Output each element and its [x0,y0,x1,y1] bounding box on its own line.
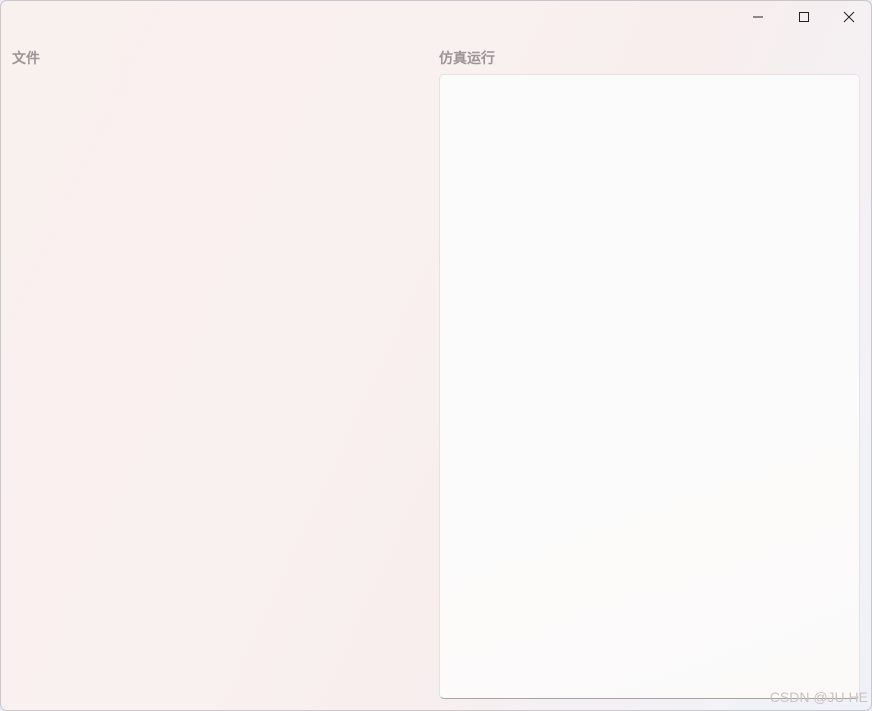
files-section-title: 文件 [12,51,40,67]
minimize-button[interactable] [735,1,781,33]
simulation-output-panel[interactable] [439,74,860,699]
maximize-icon [799,12,809,22]
title-bar[interactable] [1,1,871,33]
close-button[interactable] [826,1,871,33]
watermark: CSDN @JU HE [769,689,868,705]
maximize-button[interactable] [781,1,827,33]
simulation-section-title: 仿真运行 [439,51,495,67]
files-panel[interactable] [9,75,429,701]
minimize-icon [753,16,763,18]
app-window: 文件 仿真运行 [0,0,872,711]
close-icon [843,11,855,23]
